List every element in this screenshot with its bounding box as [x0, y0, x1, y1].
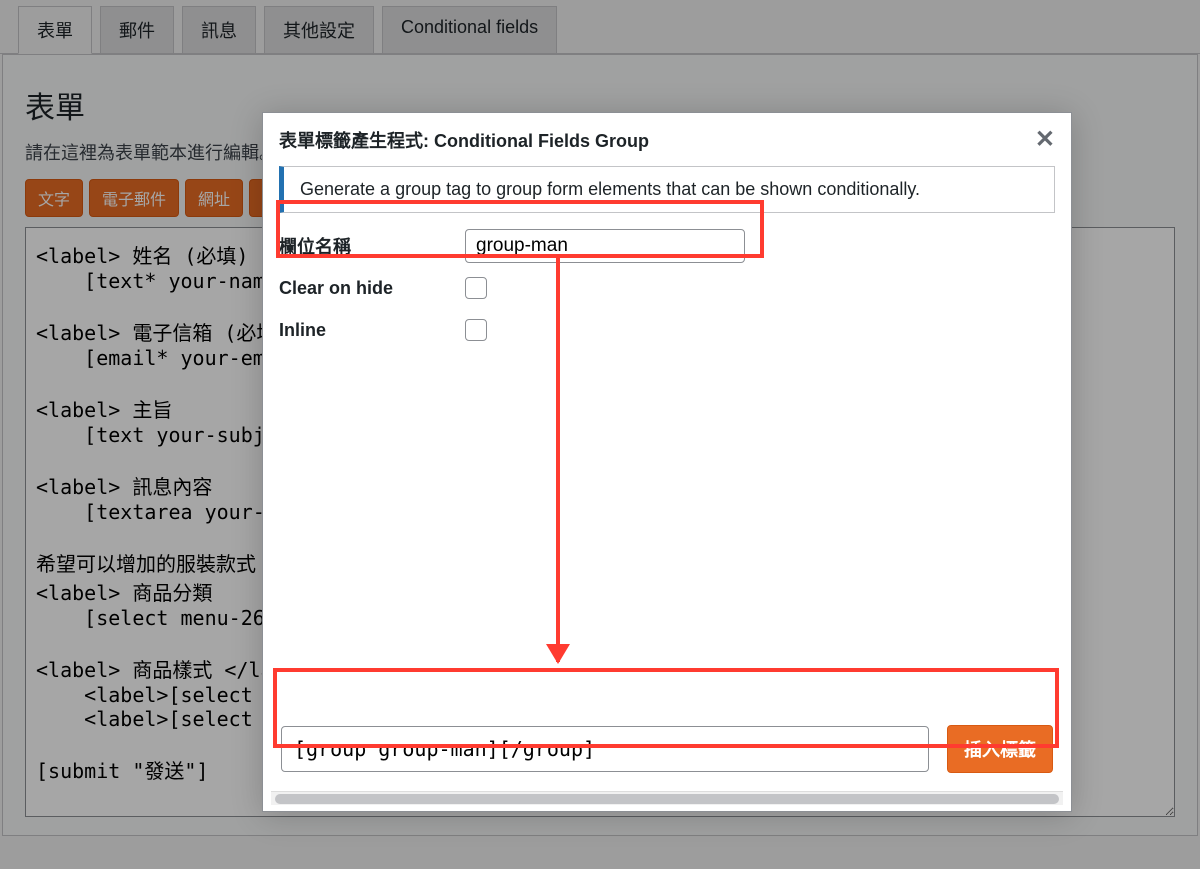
- inline-label: Inline: [279, 320, 449, 341]
- clear-on-hide-checkbox[interactable]: [465, 277, 487, 299]
- tag-generator-modal: 表單標籤產生程式: Conditional Fields Group ✕ Gen…: [262, 112, 1072, 812]
- insert-tag-button[interactable]: 插入標籤: [947, 725, 1053, 773]
- scrollbar-thumb[interactable]: [275, 794, 1059, 804]
- field-name-input[interactable]: [465, 229, 745, 263]
- inline-checkbox[interactable]: [465, 319, 487, 341]
- modal-title: 表單標籤產生程式: Conditional Fields Group: [279, 127, 649, 153]
- modal-info-box: Generate a group tag to group form eleme…: [279, 166, 1055, 213]
- clear-on-hide-label: Clear on hide: [279, 278, 449, 299]
- field-name-label: 欄位名稱: [279, 233, 449, 259]
- tag-output-field[interactable]: [281, 726, 929, 772]
- close-icon[interactable]: ✕: [1035, 125, 1055, 154]
- modal-horizontal-scrollbar[interactable]: [271, 791, 1063, 805]
